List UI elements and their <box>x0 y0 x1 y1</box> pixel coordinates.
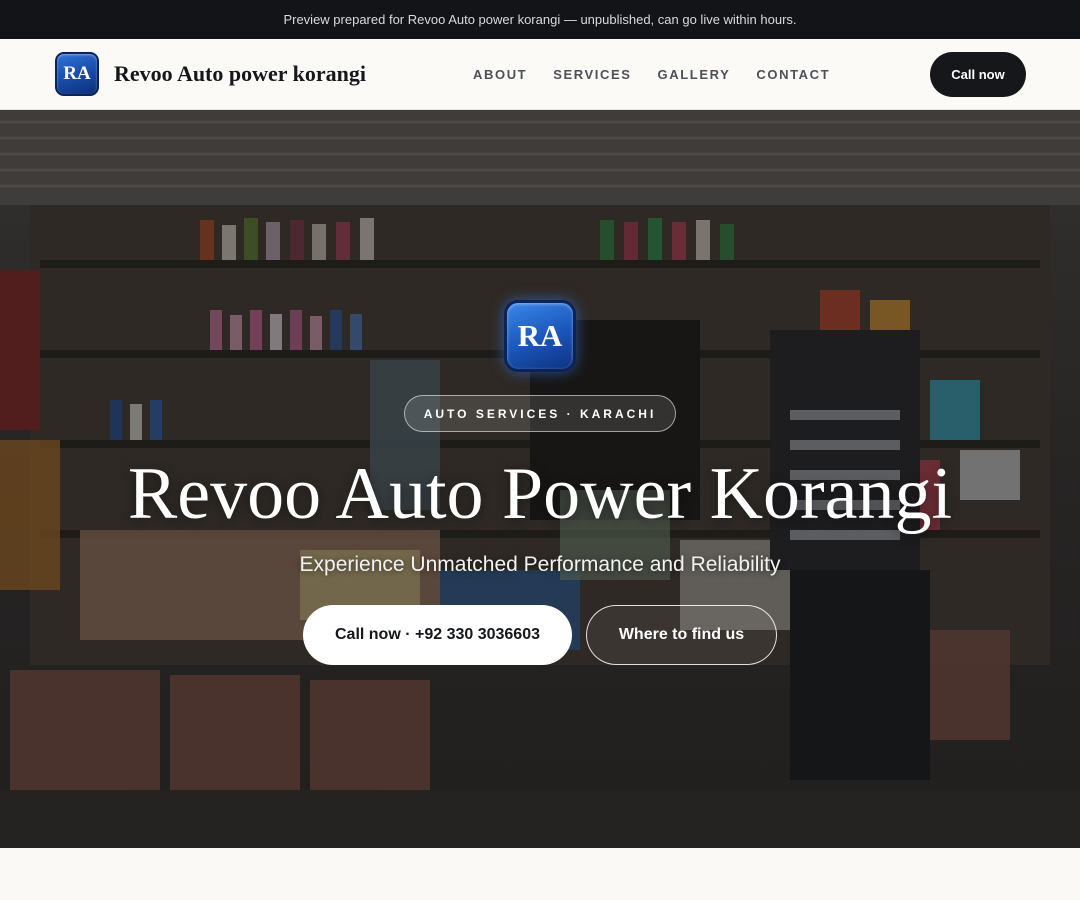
hero-subtitle: Experience Unmatched Performance and Rel… <box>299 553 781 576</box>
hero-actions: Call now · +92 330 3036603 Where to find… <box>303 605 777 665</box>
header-call-button[interactable]: Call now <box>930 52 1026 97</box>
hero-section: RA AUTO SERVICES · KARACHI Revoo Auto Po… <box>0 110 1080 848</box>
hero-tagline: AUTO SERVICES · KARACHI <box>403 395 677 432</box>
hero-logo-icon: RA <box>504 300 576 372</box>
nav-link-about[interactable]: ABOUT <box>473 67 527 82</box>
hero-title: Revoo Auto Power Korangi <box>127 453 953 535</box>
brand[interactable]: RA Revoo Auto power korangi <box>55 52 366 96</box>
preview-banner-text: Preview prepared for Revoo Auto power ko… <box>283 12 797 27</box>
nav-link-contact[interactable]: CONTACT <box>756 67 830 82</box>
nav-link-gallery[interactable]: GALLERY <box>658 67 731 82</box>
site-header: RA Revoo Auto power korangi ABOUT SERVIC… <box>0 39 1080 110</box>
find-us-button[interactable]: Where to find us <box>586 605 777 665</box>
main-nav: ABOUT SERVICES GALLERY CONTACT <box>460 39 843 110</box>
brand-name: Revoo Auto power korangi <box>114 61 366 86</box>
preview-banner: Preview prepared for Revoo Auto power ko… <box>0 0 1080 39</box>
hero-content: RA AUTO SERVICES · KARACHI Revoo Auto Po… <box>0 110 1080 848</box>
nav-link-services[interactable]: SERVICES <box>553 67 631 82</box>
hero-call-button[interactable]: Call now · +92 330 3036603 <box>303 605 572 665</box>
brand-logo-icon: RA <box>55 52 99 96</box>
